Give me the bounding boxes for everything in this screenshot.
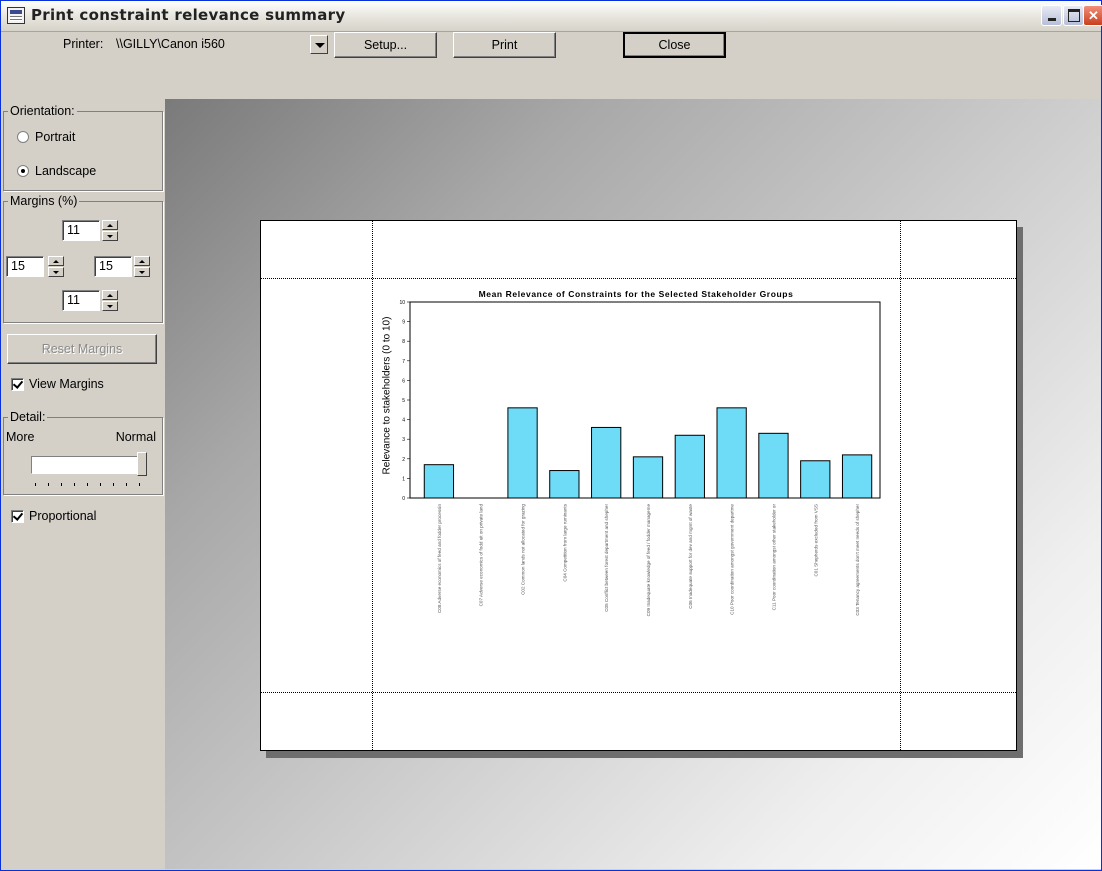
maximize-button[interactable] [1063, 5, 1084, 26]
close-button[interactable]: Close [623, 32, 726, 58]
printer-value: \\GILLY\Canon i560 [116, 37, 225, 51]
y-tick-label: 0 [402, 496, 405, 502]
margin-line-bottom [261, 692, 1016, 693]
window-title: Print constraint relevance summary [31, 6, 346, 24]
margin-right-input[interactable]: 15 [94, 256, 132, 277]
y-tick-label: 9 [402, 320, 405, 326]
margin-line-top [261, 278, 1016, 279]
y-tick-label: 7 [402, 359, 405, 365]
category-label: C08 Adverse economics of feed and fodder… [437, 504, 442, 613]
spin-down-icon[interactable] [134, 267, 150, 277]
detail-normal-label: Normal [115, 430, 156, 444]
category-label: C04 Competition from large ruminants [562, 503, 567, 581]
landscape-radio-circle[interactable] [17, 165, 29, 177]
bar [841, 454, 873, 499]
bar [632, 456, 664, 499]
category-label: C09 Inadequate knowledge of feed / fodde… [646, 504, 651, 617]
y-tick-label: 4 [402, 418, 405, 424]
printer-label: Printer: [63, 37, 104, 51]
printer-app-icon [7, 7, 25, 24]
category-label: C03 Tenancy agreements don't meet needs … [855, 504, 860, 616]
margin-line-left [372, 221, 373, 750]
title-bar[interactable]: Print constraint relevance summary ✕ [1, 1, 1102, 32]
y-tick-label: 5 [402, 398, 405, 404]
bar [758, 432, 789, 499]
reset-margins-button[interactable]: Reset Margins [7, 334, 157, 364]
y-tick-label: 10 [399, 300, 405, 306]
spin-down-icon[interactable] [102, 231, 118, 241]
toolbar: Printer: \\GILLY\Canon i560 Setup... Pri… [1, 32, 1101, 98]
maximize-icon [1067, 9, 1080, 22]
y-tick-label: 6 [402, 378, 405, 384]
bar [591, 426, 622, 499]
close-window-button[interactable]: ✕ [1083, 5, 1102, 26]
print-button[interactable]: Print [453, 32, 556, 58]
spin-up-icon[interactable] [102, 290, 118, 300]
close-icon: ✕ [1088, 8, 1099, 23]
bar [507, 407, 538, 499]
margins-group: Margins (%) 11 15 15 11 [3, 194, 163, 323]
y-tick-label: 8 [402, 339, 405, 345]
detail-slider-ticks [35, 483, 147, 486]
detail-title: Detail: [8, 410, 48, 424]
bar [716, 407, 747, 499]
orientation-title: Orientation: [8, 104, 77, 118]
y-tick-label: 3 [402, 437, 405, 443]
portrait-label: Portrait [35, 130, 76, 144]
options-panel: Orientation: Portrait Landscape Margins … [1, 99, 163, 871]
y-tick-label: 1 [402, 476, 405, 482]
bar [549, 470, 580, 499]
bar [800, 460, 831, 499]
landscape-label: Landscape [35, 164, 97, 178]
bar [423, 464, 455, 499]
orientation-group: Orientation: Portrait Landscape [3, 104, 163, 191]
bar [674, 434, 705, 499]
setup-button[interactable]: Setup... [334, 32, 437, 58]
spin-down-icon[interactable] [102, 301, 118, 311]
print-dialog-window: Print constraint relevance summary ✕ Pri… [0, 0, 1102, 871]
category-label: C02 Common lands not allocated for grazi… [521, 504, 526, 595]
view-margins-label: View Margins [29, 377, 104, 391]
y-tick-label: 2 [402, 457, 405, 463]
category-label: C11 Poor coordination amongst other stak… [771, 504, 776, 611]
category-label: C01 Shepherds excluded from VSS [813, 504, 818, 577]
proportional-check[interactable] [11, 510, 24, 523]
category-label: C05 Conflict between forest department a… [604, 504, 609, 612]
bar-chart: 0 1 2 3 4 5 6 7 8 9 10 C08 Adverse economics of fee… [399, 300, 881, 617]
spin-up-icon[interactable] [102, 220, 118, 230]
minimize-button[interactable] [1041, 5, 1062, 26]
preview-page: Mean Relevance of Constraints for the Se… [260, 220, 1017, 751]
category-label: C06 Inadequate support for dev and mgmt … [688, 504, 693, 609]
spin-up-icon[interactable] [134, 256, 150, 266]
minimize-icon [1047, 18, 1056, 21]
margin-bottom-input[interactable]: 11 [62, 290, 100, 311]
spin-down-icon[interactable] [48, 267, 64, 277]
category-label: C10 Poor coordination amongst government… [730, 504, 735, 615]
margins-title: Margins (%) [8, 194, 80, 208]
detail-more-label: More [6, 430, 35, 444]
view-margins-check[interactable] [11, 378, 24, 391]
margin-top-input[interactable]: 11 [62, 220, 100, 241]
chevron-down-icon[interactable] [310, 35, 328, 54]
portrait-radio-circle[interactable] [17, 131, 29, 143]
margin-left-input[interactable]: 15 [6, 256, 44, 277]
printer-select[interactable]: \\GILLY\Canon i560 [114, 34, 328, 56]
detail-slider-thumb[interactable] [137, 452, 147, 476]
spin-up-icon[interactable] [48, 256, 64, 266]
proportional-label: Proportional [29, 509, 97, 523]
category-label: C07 Adverse economics of fodd uit on pri… [479, 504, 484, 607]
detail-slider[interactable] [31, 456, 145, 474]
margin-line-right [900, 221, 901, 750]
print-preview-area[interactable]: Mean Relevance of Constraints for the Se… [165, 99, 1101, 869]
y-axis-title: Relevance to stakeholders (0 to 10) [381, 316, 393, 475]
